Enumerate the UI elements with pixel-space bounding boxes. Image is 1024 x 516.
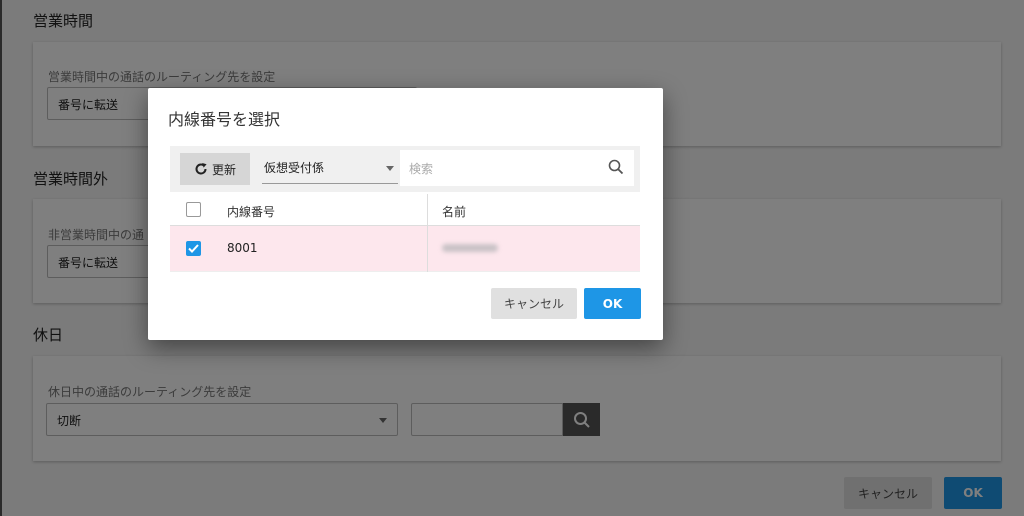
refresh-icon [195,163,207,175]
column-divider [427,226,428,272]
row-checkbox[interactable] [186,241,201,256]
table-header: 内線番号 名前 [170,194,640,226]
dialog-title: 内線番号を選択 [168,110,281,129]
refresh-button[interactable]: 更新 [180,153,250,185]
group-select-value: 仮想受付係 [264,161,325,175]
dialog-ok-button[interactable]: OK [584,288,641,319]
search-icon[interactable] [608,159,624,175]
select-all-checkbox[interactable] [186,202,201,217]
group-select[interactable]: 仮想受付係 [262,153,398,184]
column-header-name: 名前 [442,205,467,219]
row-name-redacted [442,244,498,252]
column-header-extension: 内線番号 [227,205,276,219]
checkmark-icon [188,244,199,253]
search-input[interactable]: 検索 [400,150,634,186]
column-divider [427,194,428,226]
table-row[interactable]: 8001 [170,226,640,272]
refresh-label: 更新 [211,162,236,177]
dialog-cancel-button[interactable]: キャンセル [491,288,577,319]
chevron-down-icon [386,166,394,171]
row-extension: 8001 [227,241,258,255]
extension-table: 内線番号 名前 8001 [170,194,640,272]
extension-select-dialog: 内線番号を選択 更新 仮想受付係 検索 内線番号 名前 8001 キャンセル O… [148,88,663,340]
search-placeholder: 検索 [409,162,434,176]
dialog-toolbar: 更新 仮想受付係 検索 [170,146,640,192]
